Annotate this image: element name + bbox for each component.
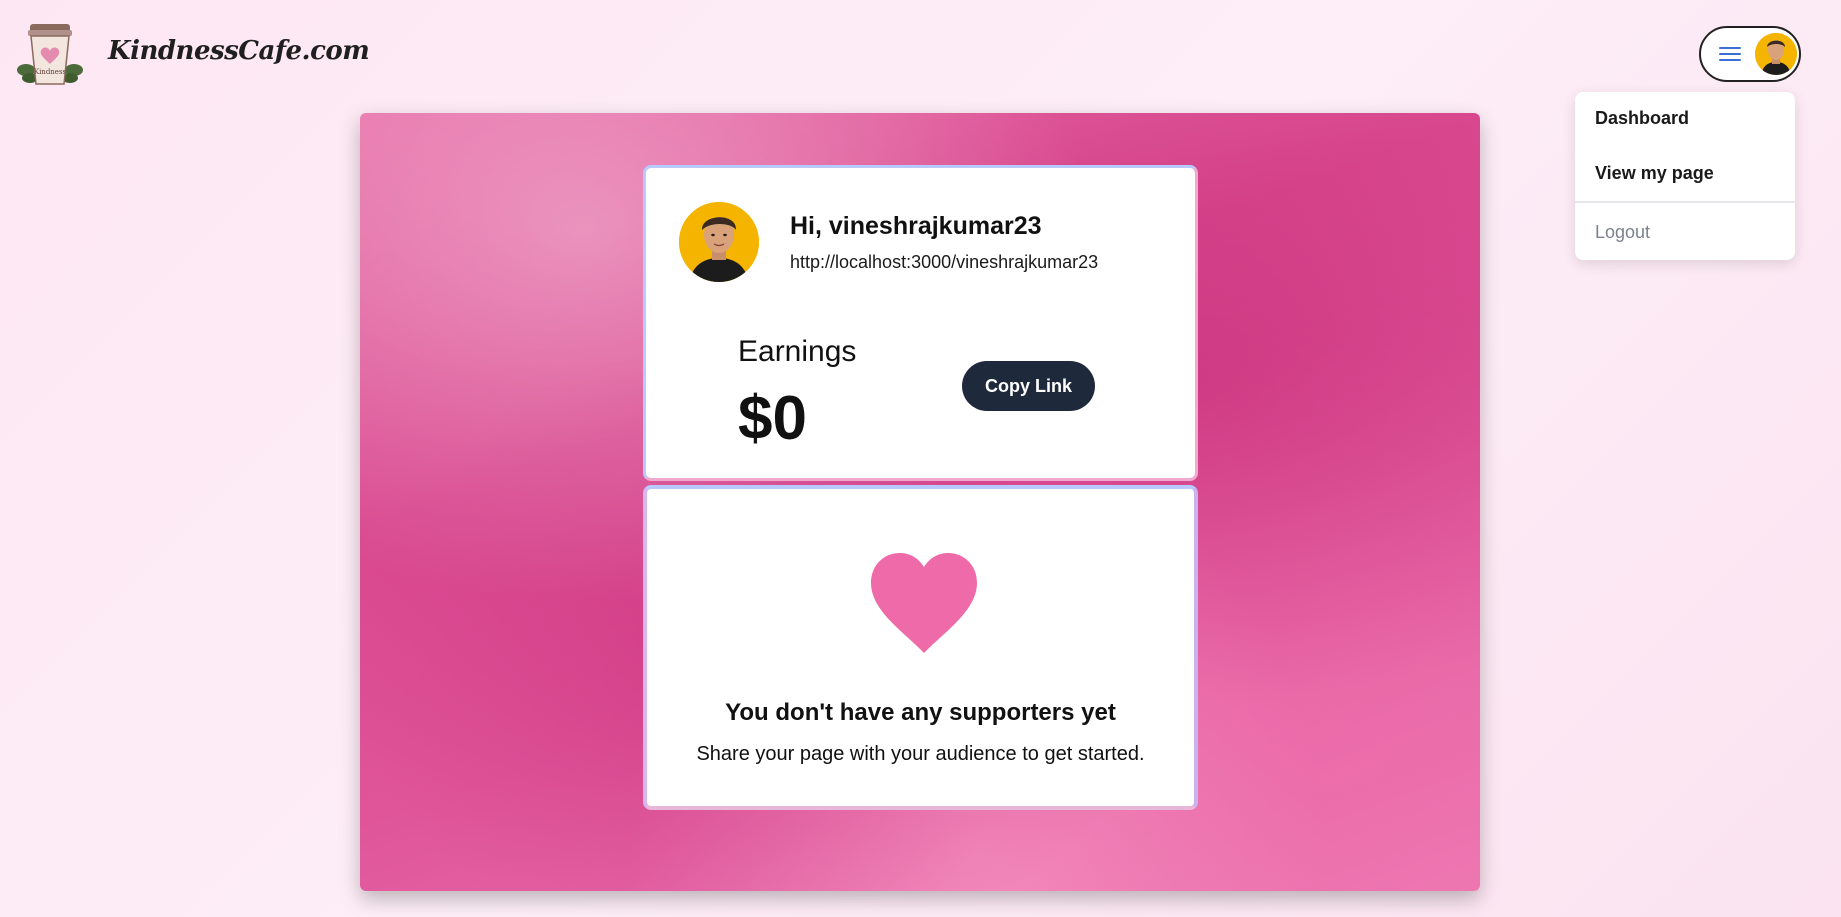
- menu-divider: [1575, 201, 1795, 203]
- earnings-label: Earnings: [738, 335, 857, 368]
- menu-item-logout[interactable]: Logout: [1575, 222, 1650, 243]
- profile-avatar: [679, 202, 759, 282]
- svg-text:Kindness: Kindness: [34, 68, 67, 76]
- user-menu-button[interactable]: [1699, 26, 1801, 82]
- supporters-empty-title: You don't have any supporters yet: [725, 699, 1116, 726]
- earnings-value: $0: [738, 384, 807, 453]
- menu-item-view-my-page[interactable]: View my page: [1575, 163, 1714, 184]
- profile-url: http://localhost:3000/vineshrajkumar23: [790, 252, 1099, 272]
- menu-item-dashboard[interactable]: Dashboard: [1575, 108, 1689, 129]
- profile-earnings-card: Hi, vineshrajkumar23 http://localhost:30…: [643, 165, 1198, 481]
- supporters-card: You don't have any supporters yet Share …: [643, 485, 1198, 810]
- heart-icon: [865, 549, 983, 657]
- coffee-cup-heart-icon[interactable]: Kindness: [16, 20, 84, 88]
- user-avatar: [1755, 33, 1797, 75]
- supporters-empty-subtitle: Share your page with your audience to ge…: [696, 743, 1145, 765]
- user-dropdown-menu: Dashboard View my page Logout: [1575, 92, 1795, 260]
- brand-name[interactable]: KindnessCafe.com: [108, 36, 370, 66]
- hamburger-icon: [1719, 47, 1741, 61]
- copy-link-button[interactable]: Copy Link: [962, 361, 1095, 411]
- greeting-heading: Hi, vineshrajkumar23: [790, 212, 1042, 240]
- top-navigation: Kindness KindnessCafe.com Dashboard View…: [0, 0, 1841, 260]
